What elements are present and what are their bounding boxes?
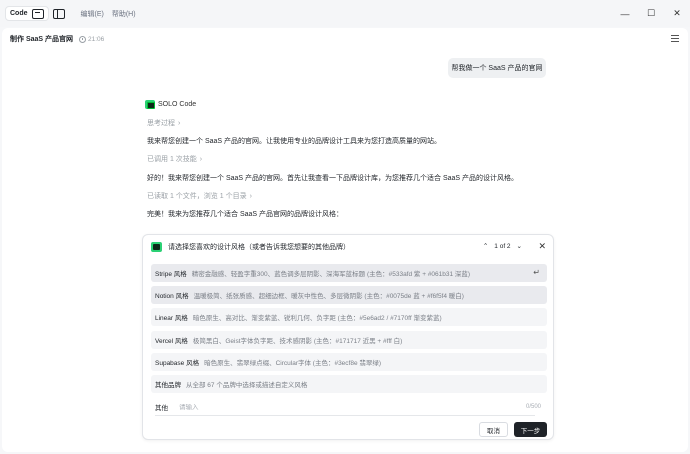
option-desc: 暗色原生、高对比、渐变紫蓝、锐利几何、负字距 (主色：#5e6ad2 / #71… <box>192 315 442 322</box>
chevron-right-icon: › <box>178 120 181 127</box>
option-name: Notion 风格 <box>155 293 189 300</box>
chevron-right-icon: › <box>249 193 252 200</box>
chevron-up-icon[interactable]: ⌃ <box>483 242 488 250</box>
tool-usage-label: 已调用 1 次技能 <box>147 156 197 163</box>
option-name: Vercel 风格 <box>155 338 188 345</box>
title-bar: Code 编辑(E) 帮助(H) — ☐ ✕ <box>0 0 690 27</box>
conversation-header: 制作 SaaS 产品官网 21:06 <box>2 28 688 50</box>
option-other-brand[interactable]: 其他品牌 从全部 67 个品牌中选择或描述自定义风格 <box>151 375 547 393</box>
dialog-title: 请选择您喜欢的设计风格（或者告诉我您想要的其他品牌） <box>168 244 350 251</box>
enter-key-icon: ↵ <box>533 268 540 277</box>
clock-icon <box>79 35 87 43</box>
user-message: 帮我做一个 SaaS 产品的官网 <box>448 58 546 78</box>
option-desc: 极简黑白、Geist字体负字距、技术感阴影 (主色：#171717 近黑 + #… <box>192 338 403 345</box>
option-desc: 精密金融感、轻盈字重300、蓝色调多层阴影、深海军蓝标题 (主色：#533afd… <box>191 271 471 278</box>
cancel-button[interactable]: 取消 <box>479 422 508 437</box>
pager-text: 1 of 2 <box>494 242 511 250</box>
dialog-header: 请选择您喜欢的设计风格（或者告诉我您想要的其他品牌） ⌃ 1 of 2 ⌄ ✕ <box>143 235 555 259</box>
assistant-text-3: 完美！我来为您推荐几个适合 SaaS 产品官网的品牌设计风格： <box>147 211 344 218</box>
files-read-label: 已读取 1 个文件，浏览 1 个目录 <box>147 193 247 200</box>
chevron-right-icon: › <box>199 156 203 163</box>
maximize-button[interactable]: ☐ <box>638 0 664 27</box>
style-choice-dialog: 请选择您喜欢的设计风格（或者告诉我您想要的其他品牌） ⌃ 1 of 2 ⌄ ✕ … <box>142 234 554 440</box>
option-supabase[interactable]: Supabase 风格 暗色原生、翡翠绿点缀、Circular字体 (主色：#3… <box>151 353 547 371</box>
option-name: Linear 风格 <box>155 315 188 322</box>
option-desc: 温暖极简、纸张质感、超细边框、暖灰中性色、多层微阴影 (主色：#0075de 蓝… <box>193 293 464 300</box>
next-button[interactable]: 下一步 <box>514 422 547 437</box>
close-button[interactable]: ✕ <box>664 0 690 27</box>
filter-settings-icon[interactable] <box>671 35 679 42</box>
window-controls: — ☐ ✕ <box>612 0 690 27</box>
pager: ⌃ 1 of 2 ⌄ <box>480 242 525 251</box>
solo-code-icon <box>145 100 155 109</box>
page-title: 制作 SaaS 产品官网 <box>10 36 74 43</box>
option-name: Supabase 风格 <box>155 360 200 367</box>
other-input-row: 其他 0/500 <box>151 398 547 416</box>
assistant-text-1: 我来帮您创建一个 SaaS 产品的官网。让我使用专业的品牌设计工具来为您打造高质… <box>147 138 442 145</box>
files-read-toggle[interactable]: 已读取 1 个文件，浏览 1 个目录 › <box>147 191 252 201</box>
panel-icon[interactable] <box>52 8 65 19</box>
app-label: Code <box>10 10 28 17</box>
option-desc: 暗色原生、翡翠绿点缀、Circular字体 (主色：#3ecf8e 翡翠绿) <box>204 360 382 367</box>
option-name: Stripe 风格 <box>155 271 187 278</box>
menu-edit[interactable]: 编辑(E) <box>81 9 104 19</box>
assistant-name: SOLO Code <box>158 101 197 108</box>
tool-usage-toggle[interactable]: 已调用 1 次技能 › <box>147 154 202 164</box>
char-counter: 0/500 <box>525 404 541 410</box>
option-desc: 从全部 67 个品牌中选择或描述自定义风格 <box>186 382 308 389</box>
option-linear[interactable]: Linear 风格 暗色原生、高对比、渐变紫蓝、锐利几何、负字距 (主色：#5e… <box>151 308 547 326</box>
other-input[interactable] <box>179 403 479 411</box>
menu-help[interactable]: 帮助(H) <box>112 9 136 19</box>
option-vercel[interactable]: Vercel 风格 极简黑白、Geist字体负字距、技术感阴影 (主色：#171… <box>151 331 547 349</box>
thinking-label: 思考过程 <box>147 120 175 127</box>
main-panel: 制作 SaaS 产品官网 21:06 帮我做一个 SaaS 产品的官网 SOLO… <box>2 28 688 452</box>
input-divider <box>155 415 535 416</box>
option-stripe[interactable]: Stripe 风格 精密金融感、轻盈字重300、蓝色调多层阴影、深海军蓝标题 (… <box>151 264 547 282</box>
timestamp: 21:06 <box>79 35 105 43</box>
option-notion[interactable]: Notion 风格 温暖极简、纸张质感、超细边框、暖灰中性色、多层微阴影 (主色… <box>151 286 547 304</box>
minimize-button[interactable]: — <box>612 0 638 27</box>
time-text: 21:06 <box>88 35 105 43</box>
assistant-header: SOLO Code <box>145 100 196 109</box>
thinking-toggle[interactable]: 思考过程 › <box>147 118 180 128</box>
chevron-down-icon[interactable]: ⌄ <box>517 242 522 250</box>
option-name: 其他品牌 <box>155 382 181 389</box>
other-label: 其他 <box>155 405 168 412</box>
assistant-text-2: 好的！我来帮您创建一个 SaaS 产品的官网。首先让我查看一下品牌设计库，为您推… <box>147 175 519 182</box>
chat-icon[interactable] <box>31 8 44 19</box>
solo-code-icon <box>151 242 162 252</box>
app-mode-chip[interactable]: Code <box>5 6 49 21</box>
close-icon[interactable]: ✕ <box>538 241 546 252</box>
